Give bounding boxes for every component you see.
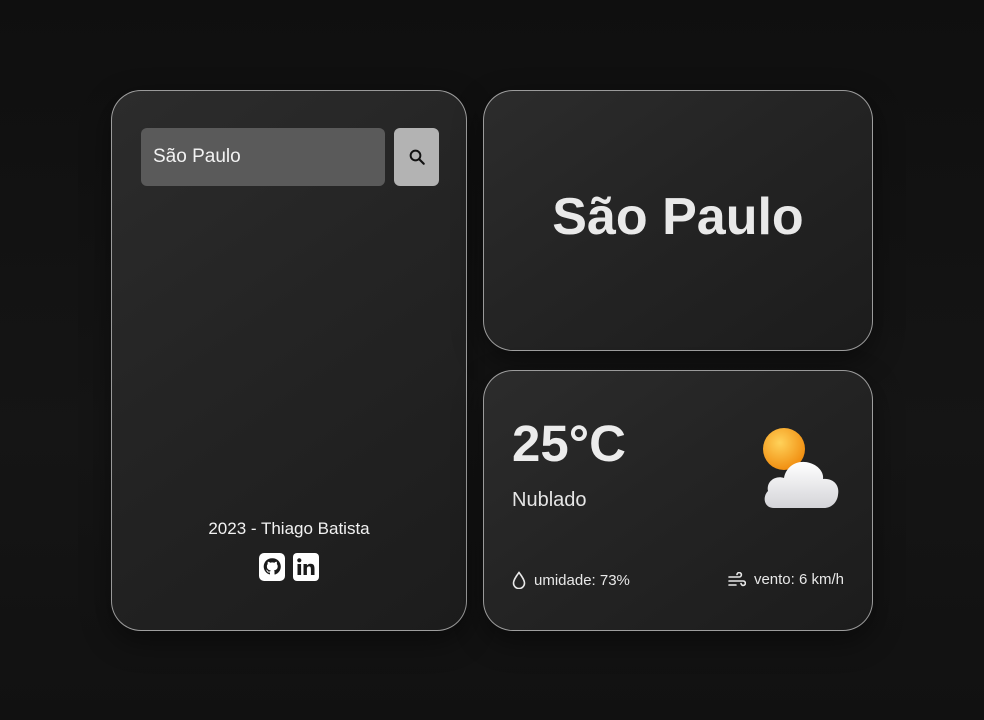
weather-card: 25°C Nublado umidade: 73% vento: 6 km/h — [483, 370, 873, 631]
wind-label: vento: 6 km/h — [753, 571, 844, 588]
github-icon — [259, 553, 285, 581]
temperature: 25°C — [512, 415, 626, 472]
weather-description: Nublado — [512, 489, 587, 511]
humidity-info: umidade: 73% — [512, 571, 630, 589]
humidity-label: umidade: 73% — [534, 571, 630, 589]
social-links — [112, 553, 466, 581]
city-name: São Paulo — [552, 188, 804, 246]
city-card: São Paulo — [483, 90, 873, 351]
wind-icon — [728, 571, 746, 586]
search-icon — [409, 149, 425, 165]
search-card: 2023 - Thiago Batista — [111, 90, 467, 631]
linkedin-link[interactable] — [293, 553, 319, 581]
wind-info: vento: 6 km/h — [728, 571, 844, 588]
github-link[interactable] — [259, 553, 285, 581]
search-button[interactable] — [394, 128, 439, 186]
partly-cloudy-icon — [763, 428, 839, 508]
droplet-icon — [512, 571, 526, 589]
city-search-input[interactable] — [141, 128, 385, 186]
footer-credit: 2023 - Thiago Batista — [208, 519, 370, 538]
linkedin-icon — [293, 553, 319, 581]
